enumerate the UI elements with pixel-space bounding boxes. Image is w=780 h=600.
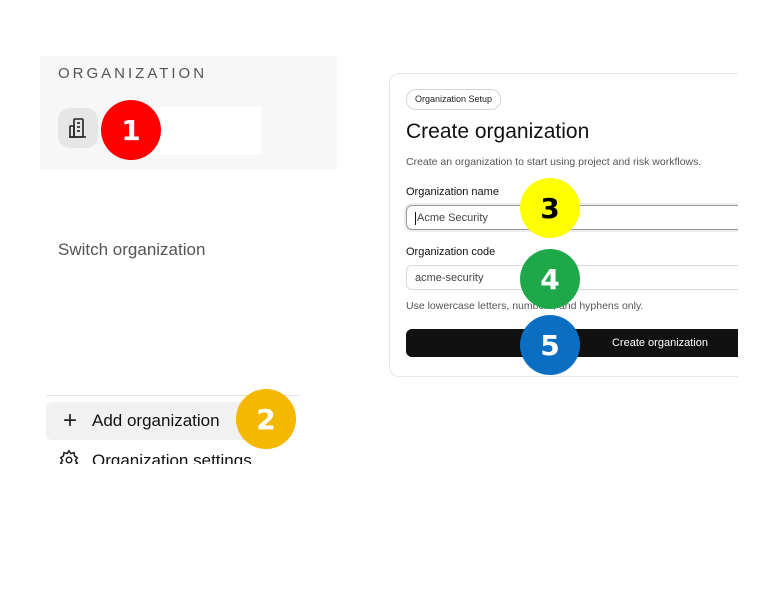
organization-code-label: Organization code [406, 246, 496, 258]
organization-name-label: Organization name [406, 186, 499, 198]
viewport-clip [738, 60, 780, 390]
marker-3: 3 [520, 178, 580, 238]
code-helper-text: Use lowercase letters, numbers, and hyph… [406, 300, 644, 312]
gear-icon [58, 449, 80, 464]
organization-code-value: acme-security [415, 272, 484, 284]
page-title: Create organization [406, 120, 590, 143]
marker-5: 5 [520, 315, 580, 375]
plus-icon: + [62, 407, 77, 434]
marker-2: 2 [236, 389, 296, 449]
organization-name-value: Acme Security [417, 212, 488, 224]
marker-4: 4 [520, 249, 580, 309]
marker-1: 1 [101, 100, 161, 160]
add-organization-label: Add organization [92, 411, 220, 430]
organization-settings-label: Organization settings [92, 451, 252, 464]
switch-organization-label: Switch organization [58, 240, 206, 259]
section-label: ORGANIZATION [58, 65, 208, 82]
card-description: Create an organization to start using pr… [406, 156, 702, 168]
org-switcher-panel: ORGANIZATION [40, 56, 337, 170]
text-caret [415, 211, 416, 225]
organization-setup-chip: Organization Setup [406, 89, 502, 110]
building-icon[interactable] [58, 108, 98, 148]
